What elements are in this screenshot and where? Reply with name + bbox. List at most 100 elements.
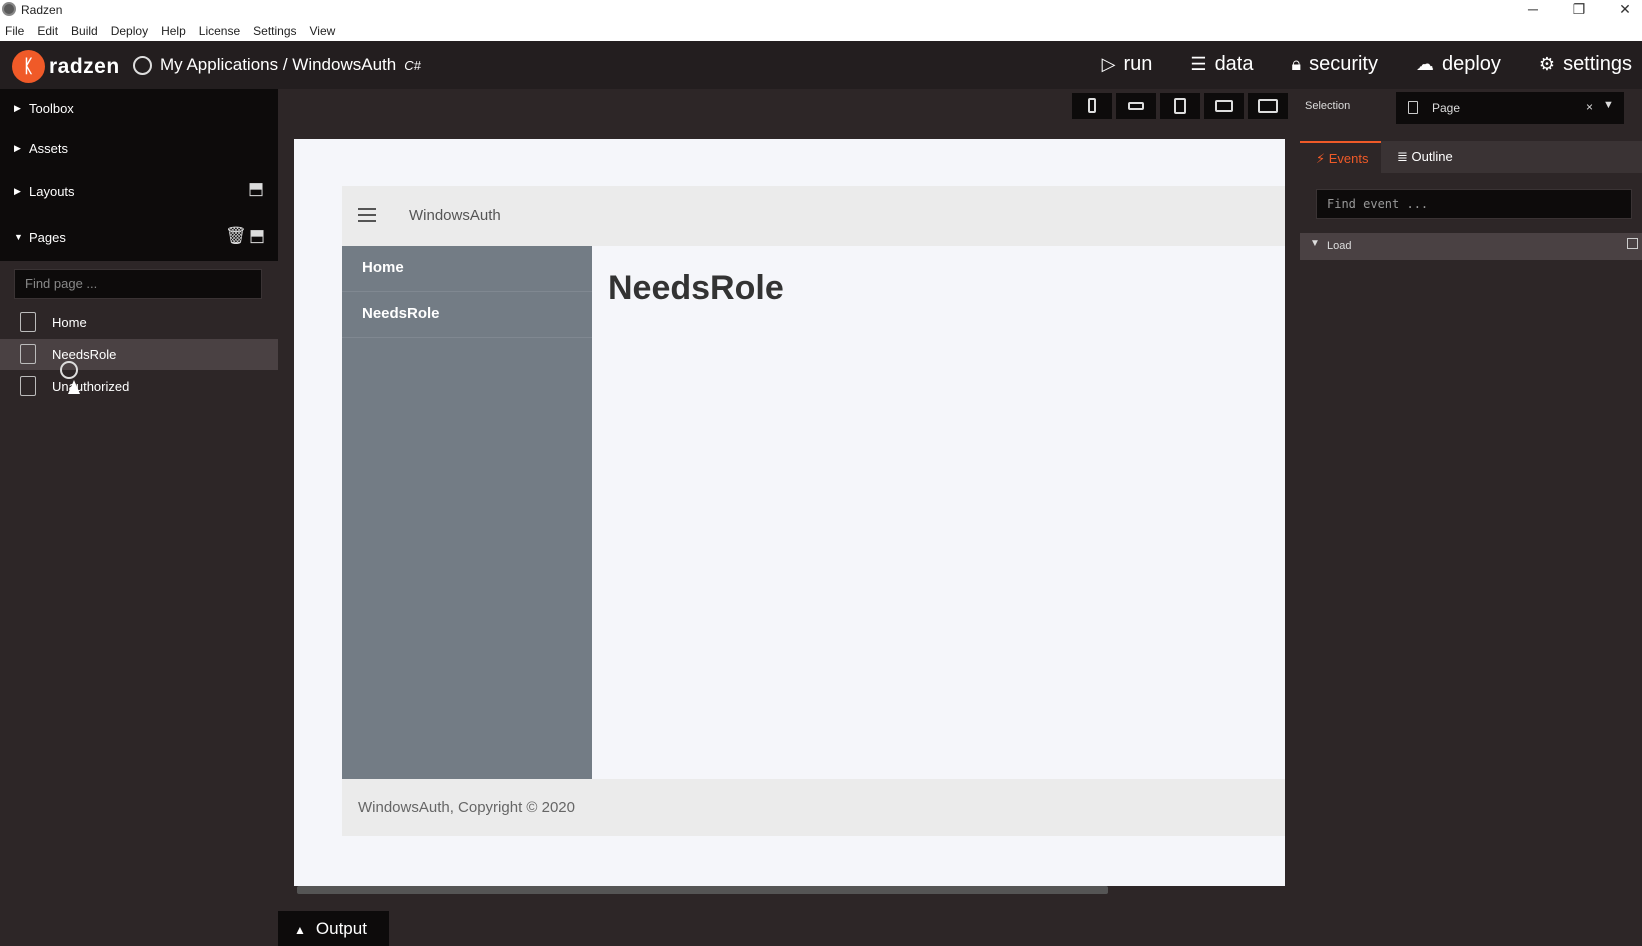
globe-icon <box>133 55 152 75</box>
section-pages-label: Pages <box>29 230 66 245</box>
nav-data[interactable]: ☰ data <box>1190 53 1253 76</box>
menu-license[interactable]: License <box>199 24 240 38</box>
caret-right-icon: ▶ <box>14 186 21 196</box>
tablet-landscape-icon <box>1215 100 1233 112</box>
section-assets-label: Assets <box>29 141 69 156</box>
cloud-upload-icon: ☁ <box>1415 54 1434 74</box>
find-page-input[interactable]: Find page ... <box>14 269 262 299</box>
menu-help[interactable]: Help <box>161 24 186 38</box>
nav-security[interactable]: 🔒︎ security <box>1292 53 1378 76</box>
section-pages[interactable]: ▼ Pages 🗑︎ ⬒ <box>0 215 278 261</box>
section-toolbox[interactable]: ▶ Toolbox <box>0 89 278 129</box>
menu-view[interactable]: View <box>310 24 336 38</box>
page-item-unauthorized[interactable]: Unauthorized <box>0 371 278 402</box>
hamburger-icon[interactable] <box>358 208 376 222</box>
properties-tabs: ⚡︎ Events ≣ Outline <box>1300 141 1642 173</box>
close-button[interactable]: ✕ <box>1602 0 1642 20</box>
tab-events[interactable]: ⚡︎ Events <box>1300 141 1381 173</box>
menu-settings[interactable]: Settings <box>253 24 296 38</box>
page-item-home[interactable]: Home <box>0 307 278 338</box>
event-name: Load <box>1327 240 1352 252</box>
nav-data-label: data <box>1214 53 1254 75</box>
nav-security-label: security <box>1309 53 1378 75</box>
device-phone-portrait-button[interactable] <box>1072 93 1112 119</box>
preview-header: WindowsAuth <box>342 186 1285 246</box>
page-icon <box>20 312 36 332</box>
design-canvas[interactable]: WindowsAuth Home NeedsRole NeedsRole Win… <box>294 139 1285 886</box>
edit-event-icon[interactable] <box>1627 238 1638 249</box>
breadcrumb[interactable]: My Applications / WindowsAuth C# <box>133 55 421 75</box>
radzen-logo-text: radzen <box>49 54 120 78</box>
section-layouts[interactable]: ▶ Layouts ⬒ <box>0 169 278 215</box>
preview-nav-needsrole[interactable]: NeedsRole <box>342 292 592 338</box>
bolt-icon: ⚡︎ <box>1316 151 1326 166</box>
top-navigation: ▷ run ☰ data 🔒︎ security ☁ deploy ⚙ settings <box>1064 53 1632 76</box>
left-sidebar: ▶ Toolbox ▶ Assets ▶ Layouts ⬒ ▼ Pages 🗑… <box>0 89 278 946</box>
clear-selection-icon[interactable]: × <box>1586 100 1593 114</box>
phone-portrait-icon <box>1088 98 1096 113</box>
canvas-horizontal-scrollbar[interactable] <box>297 886 1108 894</box>
nav-run[interactable]: ▷ run <box>1102 53 1153 76</box>
nav-settings[interactable]: ⚙ settings <box>1539 53 1632 76</box>
device-phone-landscape-button[interactable] <box>1116 93 1156 119</box>
menu-build[interactable]: Build <box>71 24 98 38</box>
page-icon <box>1408 101 1418 114</box>
selection-dropdown[interactable]: Page × ▼ <box>1396 92 1624 124</box>
preview-app-name: WindowsAuth <box>409 207 501 224</box>
add-page-icon[interactable]: ⬒ <box>249 226 265 246</box>
tab-outline-label: Outline <box>1411 149 1453 164</box>
minimize-button[interactable]: ─ <box>1510 0 1556 20</box>
preview-nav-home[interactable]: Home <box>342 246 592 292</box>
device-tablet-portrait-button[interactable] <box>1160 93 1200 119</box>
lock-icon: 🔒︎ <box>1291 54 1302 74</box>
nav-settings-label: settings <box>1563 53 1632 75</box>
caret-right-icon: ▶ <box>14 103 21 113</box>
tab-events-label: Events <box>1328 151 1369 166</box>
find-event-input[interactable]: Find event ... <box>1316 189 1632 219</box>
caret-down-icon: ▼ <box>14 232 23 242</box>
tablet-portrait-icon <box>1174 98 1186 114</box>
caret-right-icon: ▶ <box>14 143 21 153</box>
preview-sidebar: Home NeedsRole <box>342 246 592 779</box>
breadcrumb-text[interactable]: My Applications / WindowsAuth <box>160 55 396 75</box>
caret-down-icon: ▼ <box>1310 238 1320 249</box>
page-item-label: Home <box>52 315 87 330</box>
menu-edit[interactable]: Edit <box>37 24 58 38</box>
restore-button[interactable]: ❐ <box>1556 0 1602 20</box>
chevron-down-icon[interactable]: ▼ <box>1603 99 1614 111</box>
click-indicator <box>60 361 78 379</box>
page-item-label: Unauthorized <box>52 379 130 394</box>
chevron-up-icon: ▲ <box>294 923 306 937</box>
output-panel-toggle[interactable]: ▲ Output <box>278 911 389 946</box>
device-tablet-landscape-button[interactable] <box>1204 93 1244 119</box>
window-title: Radzen <box>21 3 63 17</box>
menu-file[interactable]: File <box>5 24 24 38</box>
app-header-bar: ᛕ radzen My Applications / WindowsAuth C… <box>0 41 1642 89</box>
section-toolbox-label: Toolbox <box>29 101 74 116</box>
language-badge: C# <box>404 57 421 73</box>
menu-deploy[interactable]: Deploy <box>111 24 148 38</box>
add-layout-icon[interactable]: ⬒ <box>248 179 264 199</box>
section-assets[interactable]: ▶ Assets <box>0 129 278 169</box>
selection-label: Selection <box>1305 100 1351 112</box>
event-row-load[interactable]: ▼ Load <box>1300 233 1642 260</box>
phone-landscape-icon <box>1128 102 1144 110</box>
play-icon: ▷ <box>1101 54 1116 74</box>
page-icon <box>20 344 36 364</box>
outline-icon: ≣ <box>1397 149 1408 164</box>
layers-icon: ☰ <box>1190 54 1207 74</box>
section-layouts-label: Layouts <box>29 184 75 199</box>
device-desktop-button[interactable] <box>1248 93 1288 119</box>
preview-footer-text: WindowsAuth, Copyright © 2020 <box>358 799 575 816</box>
page-item-needsrole[interactable]: NeedsRole <box>0 339 278 370</box>
trash-icon[interactable]: 🗑︎ <box>225 226 247 246</box>
device-toolbar <box>1072 93 1292 119</box>
page-item-label: NeedsRole <box>52 347 117 362</box>
nav-deploy[interactable]: ☁ deploy <box>1416 53 1501 76</box>
tab-outline[interactable]: ≣ Outline <box>1381 141 1471 173</box>
nav-deploy-label: deploy <box>1441 53 1501 75</box>
radzen-logo[interactable]: ᛕ radzen <box>12 50 120 83</box>
desktop-icon <box>1258 99 1278 113</box>
preview-page-heading[interactable]: NeedsRole <box>608 269 784 308</box>
mouse-cursor-icon <box>68 380 80 394</box>
